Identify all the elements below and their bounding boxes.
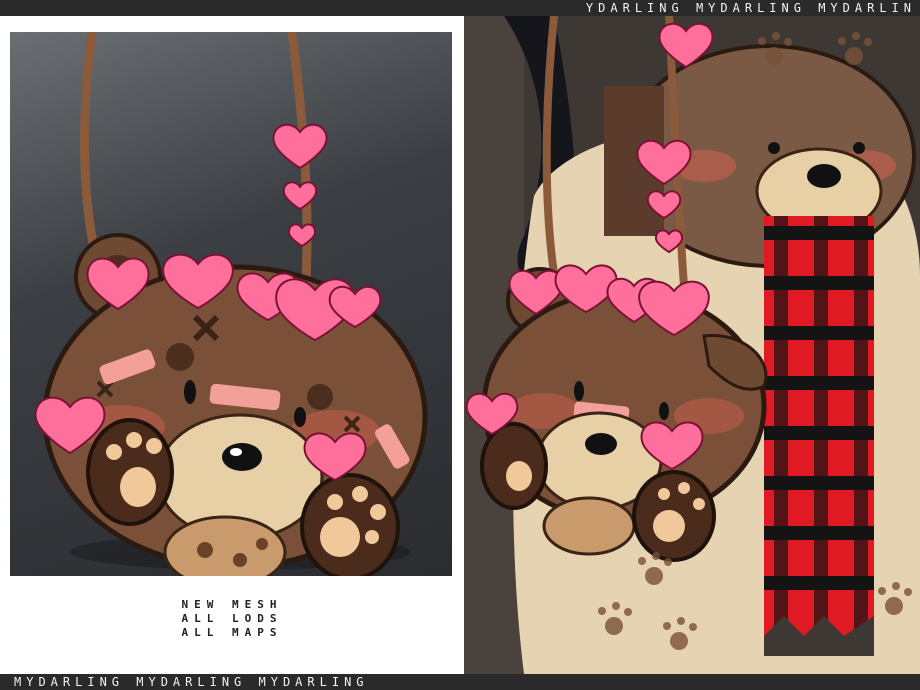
left-strap: [79, 32, 103, 272]
caption-new-mesh: NEW MESH: [181, 598, 283, 611]
feature-captions: NEW MESH ALL LODS ALL MAPS: [0, 598, 464, 640]
worn-preview-render: [464, 16, 920, 674]
product-render-panel: NEW MESH ALL LODS ALL MAPS: [0, 16, 464, 674]
top-watermark-text: YDARLING MYDARLING MYDARLIN: [585, 1, 916, 15]
bear-bag-render: [34, 32, 428, 576]
top-watermark-banner: YDARLING MYDARLING MYDARLIN: [0, 0, 920, 16]
render-frame: [10, 32, 452, 576]
worn-preview-panel: [464, 16, 920, 674]
bottom-watermark-banner: MYDARLING MYDARLING MYDARLING: [0, 674, 920, 690]
bottom-watermark-text: MYDARLING MYDARLING MYDARLING: [14, 675, 369, 689]
caption-all-lods: ALL LODS: [181, 612, 283, 625]
plaid-scarf: [764, 216, 874, 656]
caption-all-maps: ALL MAPS: [181, 626, 283, 639]
